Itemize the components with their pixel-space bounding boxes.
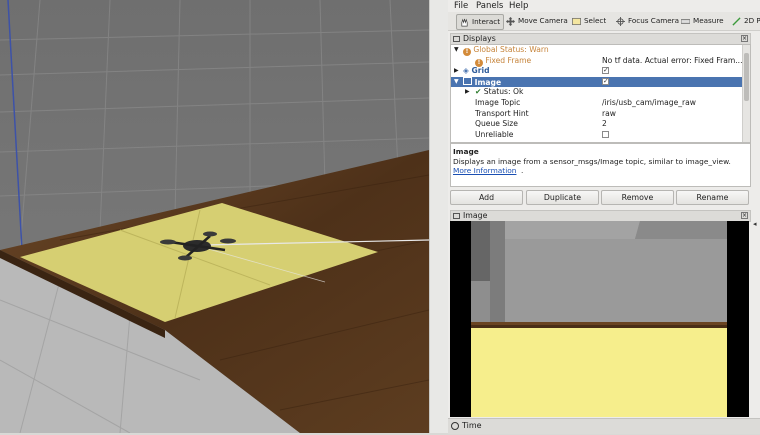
tree-row-status[interactable]: ▶ ✔ Status: Ok: [451, 87, 742, 98]
queue-size-label: Queue Size: [475, 119, 518, 129]
move-camera-label: Move Camera: [518, 16, 568, 25]
displays-tree: ▼ ! Global Status: Warn ! Fixed Frame No…: [450, 44, 751, 143]
fixed-frame-value: No tf data. Actual error: Fixed Fram...: [602, 55, 743, 65]
close-icon[interactable]: ×: [741, 35, 748, 42]
remove-button[interactable]: Remove: [601, 190, 674, 205]
select-label: Select: [584, 16, 607, 25]
scene-render: [0, 0, 430, 434]
image-topic-label: Image Topic: [475, 98, 521, 107]
menu-help[interactable]: Help: [509, 0, 528, 12]
focus-icon: [616, 16, 625, 26]
image-label: Image: [474, 77, 502, 87]
displays-title: Displays: [463, 34, 496, 43]
pose-estimate-tool-button[interactable]: 2D Po: [732, 14, 760, 28]
check-icon: ✔: [475, 87, 482, 97]
tree-row-queue-size[interactable]: Queue Size 2: [451, 119, 742, 130]
unreliable-checkbox[interactable]: [602, 130, 609, 138]
ruler-icon: [681, 18, 690, 24]
measure-label: Measure: [693, 16, 724, 25]
tree-row-global-status[interactable]: ▼ ! Global Status: Warn: [451, 45, 742, 56]
add-button[interactable]: Add: [450, 190, 523, 205]
displays-scrollbar[interactable]: [742, 45, 750, 142]
link-suffix: .: [521, 166, 524, 175]
measure-tool-button[interactable]: Measure: [681, 14, 724, 28]
grid-enabled-checkbox[interactable]: [602, 65, 609, 76]
tool-bar: Interact Move Camera Select Focus Camera…: [448, 12, 760, 31]
grid-label: Grid: [471, 66, 490, 76]
scrollbar-thumb[interactable]: [744, 53, 749, 101]
transport-hint-label: Transport Hint: [475, 108, 529, 118]
queue-size-value[interactable]: 2: [602, 119, 607, 130]
fixed-frame-label: Fixed Frame: [485, 55, 532, 65]
move-icon: [506, 16, 515, 26]
expand-right-icon[interactable]: ▶: [454, 66, 459, 77]
rename-button[interactable]: Rename: [676, 190, 749, 205]
move-camera-tool-button[interactable]: Move Camera: [506, 14, 568, 28]
arrow-icon: [732, 16, 741, 26]
time-panel-header: Time: [448, 418, 760, 434]
image-panel-title: Image: [463, 211, 488, 220]
more-information-link[interactable]: More Information: [453, 166, 516, 175]
time-panel-title: Time: [462, 421, 482, 430]
duplicate-button[interactable]: Duplicate: [526, 190, 599, 205]
hand-icon: [461, 18, 468, 26]
monitor-icon: [453, 36, 460, 42]
tree-row-image-topic[interactable]: Image Topic /iris/usb_cam/image_raw: [451, 98, 742, 109]
description-body: Displays an image from a sensor_msgs/Ima…: [453, 157, 731, 166]
image-icon: [463, 76, 472, 85]
focus-camera-label: Focus Camera: [628, 16, 680, 25]
clock-icon: [451, 422, 459, 430]
image-icon: [453, 213, 460, 219]
tree-row-transport-hint[interactable]: Transport Hint raw: [451, 109, 742, 120]
description-heading: Image: [453, 147, 479, 156]
camera-frame: [450, 221, 749, 417]
image-topic-value[interactable]: /iris/usb_cam/image_raw: [602, 98, 696, 109]
camera-image-view[interactable]: [450, 221, 749, 417]
close-icon[interactable]: ×: [741, 212, 748, 219]
panel-splitter[interactable]: [429, 0, 449, 433]
menu-panels[interactable]: Panels: [476, 0, 503, 12]
side-panel: File Panels Help Interact Move Camera Se…: [448, 0, 760, 434]
display-description: Image Displays an image from a sensor_ms…: [450, 143, 751, 187]
interact-tool-button[interactable]: Interact: [456, 14, 505, 30]
expand-right-icon[interactable]: ▶: [465, 87, 470, 98]
menu-bar: File Panels Help: [448, 0, 760, 12]
interact-label: Interact: [472, 17, 501, 26]
tree-row-image[interactable]: ▼ Image: [451, 76, 742, 88]
focus-camera-tool-button[interactable]: Focus Camera: [616, 14, 679, 28]
expand-down-icon[interactable]: ▼: [454, 77, 459, 88]
tree-row-fixed-frame[interactable]: ! Fixed Frame No tf data. Actual error: …: [451, 56, 742, 67]
global-status-label: Global Status: Warn: [473, 45, 549, 54]
tree-row-grid[interactable]: ▶ ◈ Grid: [451, 65, 742, 77]
tree-row-unreliable[interactable]: Unreliable: [451, 130, 742, 141]
select-tool-button[interactable]: Select: [572, 14, 606, 28]
pose-estimate-label: 2D Po: [744, 16, 760, 25]
grid-icon: ◈: [463, 66, 469, 76]
transport-hint-value[interactable]: raw: [602, 109, 616, 120]
select-icon: [572, 17, 581, 25]
status-ok-label: Status: Ok: [483, 87, 524, 97]
3d-viewport[interactable]: [0, 0, 430, 434]
collapse-arrow-icon[interactable]: ◂: [753, 220, 757, 228]
expand-down-icon[interactable]: ▼: [454, 45, 459, 56]
unreliable-label: Unreliable: [475, 129, 514, 139]
image-enabled-checkbox[interactable]: [602, 76, 609, 86]
menu-file[interactable]: File: [454, 0, 468, 12]
